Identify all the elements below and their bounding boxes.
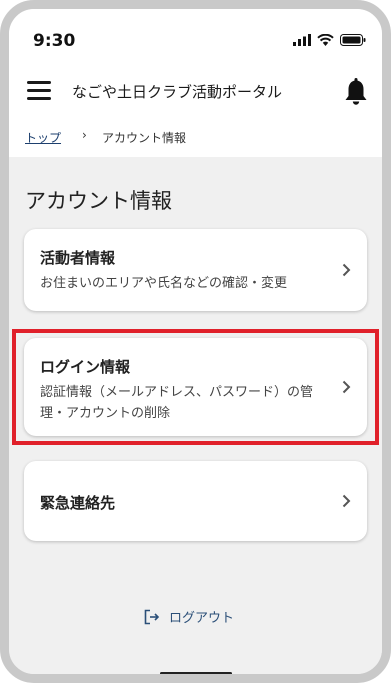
breadcrumb-home-link[interactable]: トップ	[25, 129, 61, 146]
chevron-right-icon	[342, 494, 351, 508]
app-title: なごや土日クラブ活動ポータル	[72, 83, 283, 101]
main-content: アカウント情報 活動者情報 お住まいのエリアや氏名などの確認・変更 ログイン情報…	[9, 157, 382, 674]
logout-icon	[144, 609, 160, 624]
page-title: アカウント情報	[25, 189, 172, 213]
card-emergency-contact[interactable]: 緊急連絡先	[24, 461, 367, 541]
chevron-right-icon	[342, 263, 351, 277]
home-indicator	[160, 672, 232, 674]
battery-icon	[340, 34, 366, 46]
card-activity-info[interactable]: 活動者情報 お住まいのエリアや氏名などの確認・変更	[24, 229, 367, 311]
signal-icon	[293, 34, 311, 46]
breadcrumb-separator: ›	[82, 128, 87, 142]
status-icons	[293, 34, 366, 46]
status-bar: 9:30	[9, 9, 382, 65]
logout-label: ログアウト	[169, 611, 235, 626]
bell-icon[interactable]	[344, 78, 368, 106]
phone-frame: 9:30 なごや土日クラブ活動ポータル トップ › アカウント情報 アカウント情…	[0, 0, 391, 683]
breadcrumb: トップ › アカウント情報	[9, 117, 382, 157]
card-description: お住まいのエリアや氏名などの確認・変更	[40, 276, 288, 291]
card-title: 緊急連絡先	[40, 494, 116, 512]
card-title: 活動者情報	[40, 249, 116, 267]
breadcrumb-current: アカウント情報	[102, 131, 187, 145]
hamburger-menu-icon[interactable]	[27, 81, 51, 101]
status-time: 9:30	[33, 31, 76, 51]
logout-button[interactable]: ログアウト	[144, 607, 234, 626]
wifi-icon	[317, 34, 334, 46]
highlight-frame	[12, 329, 379, 445]
app-header: なごや土日クラブ活動ポータル	[9, 65, 382, 117]
